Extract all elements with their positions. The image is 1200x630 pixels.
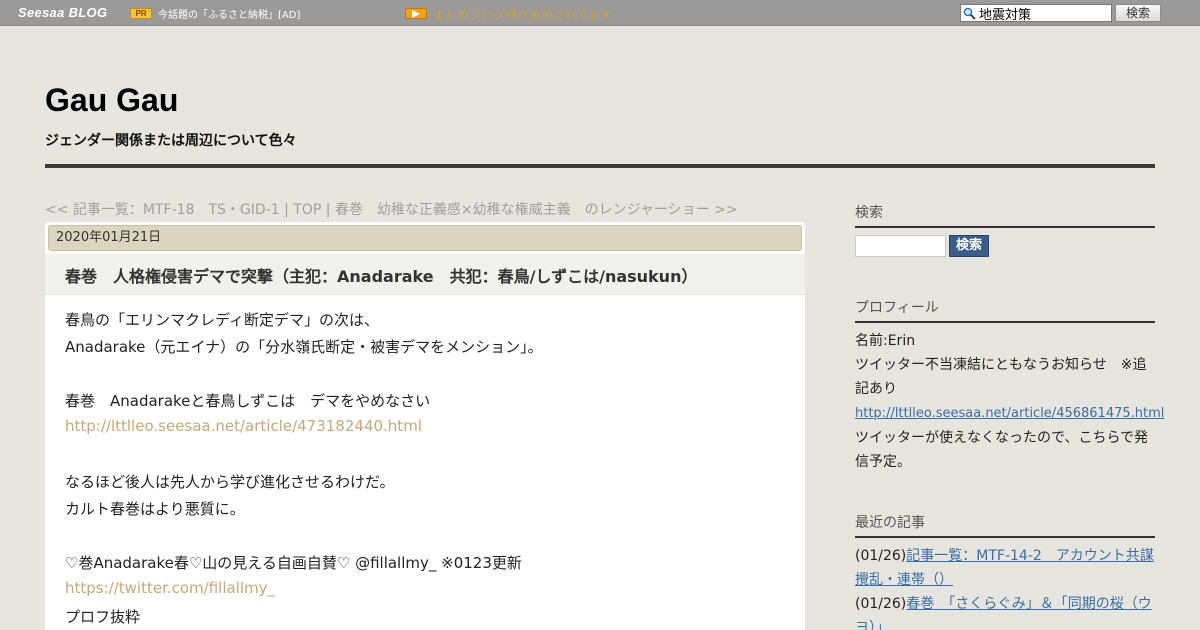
pr-badge: PR: [130, 8, 152, 19]
sidebar-search-heading: 検索: [855, 202, 1155, 228]
article-date: 2020年01月21日: [48, 225, 802, 251]
sidebar-search-input[interactable]: [855, 235, 946, 257]
article-text: Anadarake（元エイナ）の「分水嶺氏断定・被害デマをメンション」。: [65, 338, 543, 356]
profile-body: 名前:Erin ツイッター不当凍結にともなうお知らせ ※追記あり http://…: [855, 329, 1164, 474]
list-item: (01/26)記事一覧：MTF-14-2 アカウント共謀攪乱・連帯（）: [855, 544, 1155, 592]
article-text: 春鳥の「エリンマクレディ断定デマ」の次は、: [65, 311, 379, 329]
profile-link[interactable]: http://lttlleo.seesaa.net/article/456861…: [855, 406, 1164, 421]
profile-note: ツイッター不当凍結にともなうお知らせ ※追記あり: [855, 357, 1147, 397]
nav-separator: |: [279, 202, 294, 218]
top-search-input[interactable]: [979, 5, 1111, 21]
article-text: プロフ抜粋: [65, 608, 141, 626]
sidebar-search-button[interactable]: 検索: [949, 235, 989, 257]
article-link[interactable]: http://lttlleo.seesaa.net/article/473182…: [65, 417, 422, 435]
seesaa-blog-logo[interactable]: Seesaa BLOG: [18, 5, 107, 20]
site-description: ジェンダー関係または周辺について色々: [45, 133, 297, 149]
nav-separator: |: [321, 202, 335, 218]
sidebar-profile-heading: プロフィール: [855, 297, 1155, 323]
prev-article-link[interactable]: << 記事一覧：MTF-18 TS・GID-1: [45, 202, 280, 218]
profile-after: ツイッターが使えなくなったので、こちらで発信予定。: [855, 430, 1149, 470]
article-title[interactable]: 春巻 人格権侵害デマで突撃（主犯：Anadarake 共犯：春鳥/しずこは/na…: [65, 263, 697, 287]
profile-name: 名前:Erin: [855, 333, 916, 349]
recent-articles-list: (01/26)記事一覧：MTF-14-2 アカウント共謀攪乱・連帯（） (01/…: [855, 544, 1155, 630]
article-navigation: << 記事一覧：MTF-18 TS・GID-1 | TOP | 春巻 幼稚な正義…: [45, 199, 738, 219]
article-link[interactable]: https://twitter.com/fillallmy_: [65, 579, 275, 597]
brand-sub: BLOG: [68, 5, 108, 20]
article-text: なるほど後人は先人から学び進化させるわけだ。: [65, 473, 395, 491]
header-divider: [45, 164, 1155, 168]
list-item: (01/26)春巻 「さくらぐみ」＆「同期の桜（ウヨ）」: [855, 592, 1155, 630]
top-search-box: [960, 4, 1112, 22]
top-link[interactable]: TOP: [293, 202, 321, 218]
top-bar: Seesaa BLOG PR 今話題の「ふるさと納税」[AD] まとめブログ続々追…: [0, 0, 1200, 26]
search-icon: [963, 7, 976, 20]
sidebar-recent-heading: 最近の記事: [855, 512, 1155, 538]
article: 2020年01月21日 春巻 人格権侵害デマで突撃（主犯：Anadarake 共…: [45, 222, 805, 630]
article-text: ♡巻Anadarake春♡山の見える自画自賛♡ @fillallmy_ ※012…: [65, 554, 522, 572]
brand-main: Seesaa: [18, 5, 65, 20]
notice-link[interactable]: まとめブログ続々追加されてます: [433, 6, 612, 23]
recent-date: (01/26): [855, 596, 907, 612]
article-text: 春巻 Anadarakeと春鳥しずこは デマをやめなさい: [65, 392, 431, 410]
site-title[interactable]: Gau Gau: [45, 82, 178, 119]
pr-ad-link[interactable]: 今話題の「ふるさと納税」[AD]: [158, 6, 300, 21]
article-text: カルト春巻はより悪質に。: [65, 500, 245, 518]
arrow-right-icon: [405, 8, 427, 19]
top-search-button[interactable]: 検索: [1115, 4, 1161, 22]
recent-date: (01/26): [855, 548, 907, 564]
next-article-link[interactable]: 春巻 幼稚な正義感×幼稚な権威主義 のレンジャーショー >>: [335, 202, 738, 218]
